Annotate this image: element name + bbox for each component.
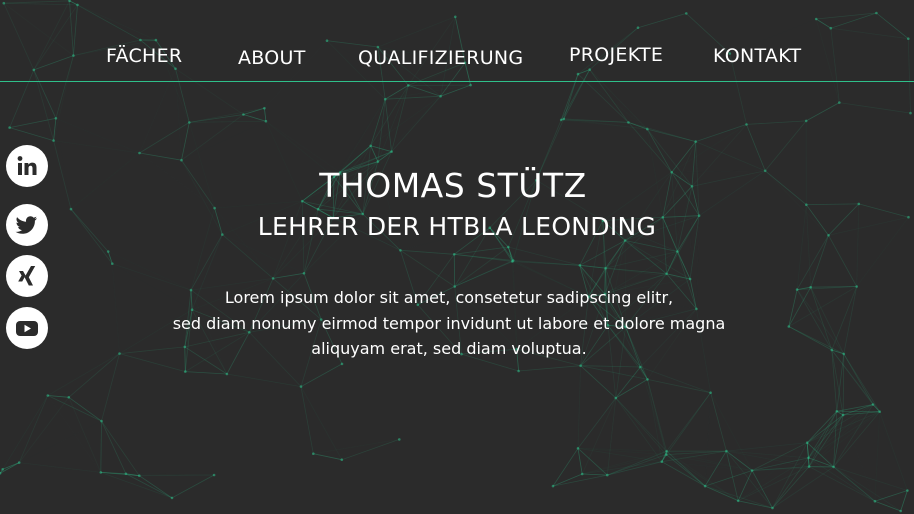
nav-item-qualifizierung[interactable]: QUALIFIZIERUNG bbox=[358, 47, 523, 69]
intro-text-line: sed diam nonumy eirmod tempor invidunt u… bbox=[172, 313, 726, 333]
page-title: THOMAS STÜTZ bbox=[319, 166, 587, 205]
page: FÄCHER ABOUT QUALIFIZIERUNG PROJEKTE KON… bbox=[0, 0, 914, 514]
intro-text: Lorem ipsum dolor sit amet, consetetur s… bbox=[0, 285, 898, 362]
nav-item-about[interactable]: ABOUT bbox=[238, 47, 306, 69]
intro-text-line: Lorem ipsum dolor sit amet, consetetur s… bbox=[224, 288, 674, 307]
intro-text-line: aliquyam erat, sed diam voluptua. bbox=[311, 339, 587, 358]
nav-item-faecher[interactable]: FÄCHER bbox=[106, 45, 182, 67]
main-nav: FÄCHER ABOUT QUALIFIZIERUNG PROJEKTE KON… bbox=[0, 0, 914, 82]
page-subtitle: LEHRER DER HTBLA LEONDING bbox=[257, 212, 657, 241]
nav-item-kontakt[interactable]: KONTAKT bbox=[713, 45, 801, 67]
nav-item-projekte[interactable]: PROJEKTE bbox=[569, 44, 663, 66]
